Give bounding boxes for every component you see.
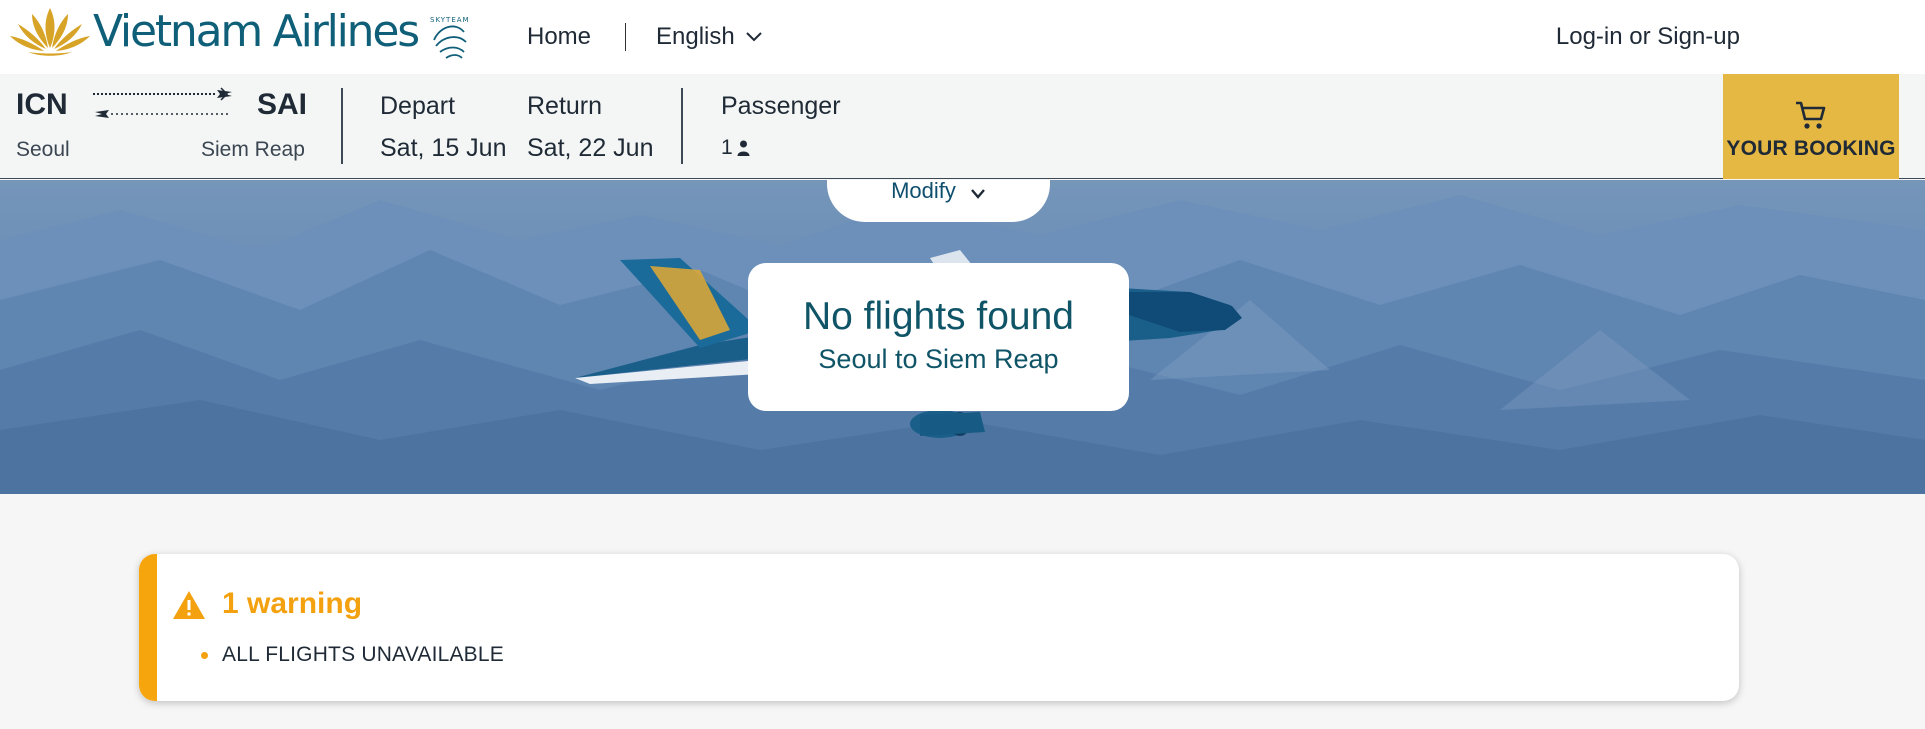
return-label: Return: [527, 92, 603, 120]
your-booking-button[interactable]: YOUR BOOKING: [1723, 74, 1899, 179]
modify-search-button[interactable]: Modify: [827, 180, 1050, 222]
skyteam-icon: SKYTEAM: [430, 16, 470, 59]
login-signup-link[interactable]: Log-in or Sign-up: [1556, 23, 1740, 51]
warning-triangle-icon: [173, 591, 205, 619]
your-booking-label: YOUR BOOKING: [1726, 136, 1896, 160]
lotus-logo-icon: [10, 8, 90, 56]
chevron-down-icon: [746, 32, 762, 42]
top-navigation: Vietnam Airlines SKYTEAM Home English Lo…: [0, 0, 1925, 74]
summary-divider: [681, 88, 683, 164]
summary-divider: [341, 88, 343, 164]
warning-card: 1 warning ALL FLIGHTS UNAVAILABLE: [139, 554, 1739, 701]
language-label: English: [656, 23, 735, 50]
warning-title: 1 warning: [222, 587, 363, 620]
chevron-down-icon: [970, 189, 985, 199]
round-trip-route-icon: [93, 87, 232, 118]
hero-banner: Modify No flights found Seoul to Siem Re…: [0, 180, 1925, 494]
modify-label: Modify: [891, 180, 956, 203]
warning-item: ALL FLIGHTS UNAVAILABLE: [222, 643, 504, 666]
destination-code: SAI: [257, 88, 308, 121]
nav-home-link[interactable]: Home: [527, 23, 591, 51]
search-summary-bar: ICN Seoul SAI Siem Reap Depart Sat, 15 J…: [0, 74, 1925, 179]
shopping-cart-icon: [1796, 101, 1826, 129]
no-flights-card: No flights found Seoul to Siem Reap: [748, 263, 1129, 411]
brand-name: Vietnam Airlines: [93, 6, 420, 57]
bullet-icon: [201, 652, 208, 659]
vietnam-airlines-logo[interactable]: Vietnam Airlines SKYTEAM: [8, 4, 472, 60]
person-icon: [737, 140, 750, 156]
origin-code: ICN: [16, 88, 68, 121]
warning-accent-bar: [139, 554, 157, 701]
destination-city: Siem Reap: [201, 138, 305, 161]
language-selector[interactable]: English: [656, 23, 763, 51]
passenger-count: 1: [721, 136, 750, 160]
depart-label: Depart: [380, 92, 456, 120]
passenger-label: Passenger: [721, 92, 841, 120]
passenger-count-value: 1: [721, 136, 733, 159]
svg-text:SKYTEAM: SKYTEAM: [430, 16, 470, 24]
nav-divider: [625, 23, 626, 51]
return-date: Sat, 22 Jun: [527, 134, 654, 162]
depart-date: Sat, 15 Jun: [380, 134, 507, 162]
origin-city: Seoul: [16, 138, 70, 161]
no-flights-title: No flights found: [802, 295, 1074, 338]
route-subtitle: Seoul to Siem Reap: [818, 344, 1059, 374]
